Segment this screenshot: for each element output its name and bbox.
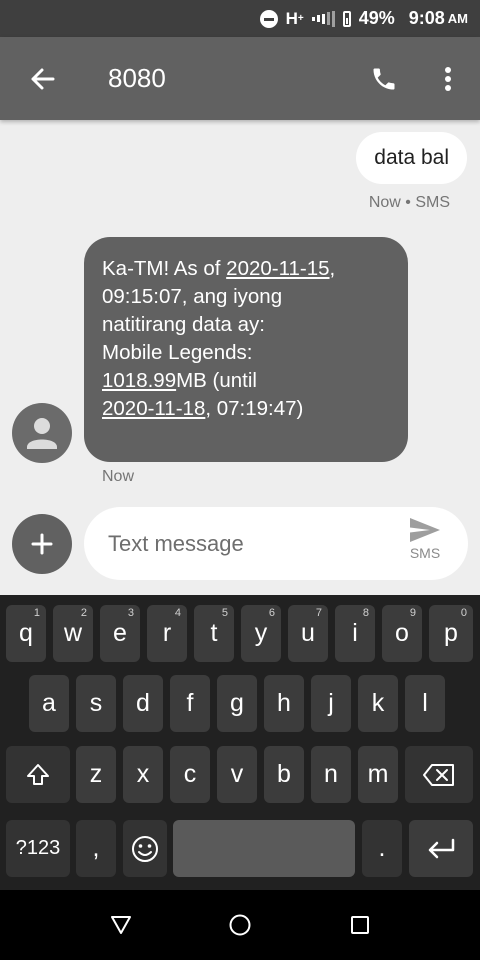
nav-back-button[interactable]: [96, 900, 146, 950]
key-x[interactable]: x: [123, 746, 163, 803]
outgoing-message-meta: Now • SMS: [368, 194, 450, 211]
key-k[interactable]: k: [358, 675, 398, 732]
key-y[interactable]: y6: [241, 605, 281, 662]
incoming-line: 1018.99MB (until: [102, 369, 257, 392]
call-button[interactable]: [362, 57, 406, 101]
back-button[interactable]: [20, 57, 64, 101]
battery-icon: [342, 10, 351, 27]
key-u[interactable]: u7: [288, 605, 328, 662]
more-vert-icon: [445, 67, 451, 91]
backspace-key[interactable]: [405, 746, 473, 803]
square-recents-icon: [351, 916, 369, 934]
message-input[interactable]: [106, 527, 390, 561]
incoming-line: Mobile Legends:: [102, 341, 253, 364]
arrow-back-icon: [31, 68, 55, 90]
key-r[interactable]: r4: [147, 605, 187, 662]
key-m[interactable]: m: [358, 746, 398, 803]
key-j[interactable]: j: [311, 675, 351, 732]
key-w[interactable]: w2: [53, 605, 93, 662]
shift-icon: [27, 763, 49, 785]
outgoing-message-text: data bal: [374, 146, 449, 169]
incoming-line: 09:15:07, ang iyong: [102, 285, 283, 308]
triangle-back-icon: [111, 916, 131, 934]
number-link[interactable]: 1018.99: [102, 369, 176, 392]
circle-home-icon: [229, 914, 251, 936]
incoming-message-bubble[interactable]: Ka-TM! As of 2020-11-15, 09:15:07, ang i…: [84, 237, 408, 462]
send-icon: [410, 518, 440, 542]
date-link[interactable]: 2020-11-15: [226, 257, 329, 280]
emoji-icon: [132, 835, 158, 862]
key-z[interactable]: z: [76, 746, 116, 803]
conversation-title: 8080: [108, 63, 166, 93]
soft-keyboard: q1 w2 e3 r4 t5 y6 u7 i8 o9 p0 a s d f g …: [0, 595, 480, 890]
key-v[interactable]: v: [217, 746, 257, 803]
plus-icon: [31, 533, 53, 555]
clock: 9:08 AM: [408, 8, 468, 28]
key-q[interactable]: q1: [6, 605, 46, 662]
key-e[interactable]: e3: [100, 605, 140, 662]
backspace-icon: [423, 763, 454, 786]
contact-avatar[interactable]: [12, 403, 72, 463]
key-c[interactable]: c: [170, 746, 210, 803]
outgoing-message-bubble[interactable]: data bal: [356, 132, 467, 184]
key-l[interactable]: l: [405, 675, 445, 732]
send-type-label: SMS: [409, 545, 441, 561]
person-icon: [27, 418, 57, 449]
enter-icon: [428, 838, 455, 858]
signal-icon: [311, 10, 335, 27]
key-n[interactable]: n: [311, 746, 351, 803]
key-f[interactable]: f: [170, 675, 210, 732]
key-h[interactable]: h: [264, 675, 304, 732]
shift-key[interactable]: [6, 746, 70, 803]
key-i[interactable]: i8: [335, 605, 375, 662]
enter-key[interactable]: [409, 820, 473, 877]
key-t[interactable]: t5: [194, 605, 234, 662]
key-g[interactable]: g: [217, 675, 257, 732]
status-bar: H + 49% 9:08 AM: [0, 0, 480, 37]
key-p[interactable]: p0: [429, 605, 473, 662]
app-bar: 8080: [0, 37, 480, 120]
more-options-button[interactable]: [426, 57, 470, 101]
nav-home-button[interactable]: [215, 900, 265, 950]
emoji-key[interactable]: [123, 820, 167, 877]
nav-recents-button[interactable]: [335, 900, 385, 950]
key-b[interactable]: b: [264, 746, 304, 803]
send-button[interactable]: SMS: [400, 517, 450, 571]
compose-box: SMS: [84, 507, 468, 580]
phone-icon: [373, 68, 395, 90]
date-link[interactable]: 2020-11-18: [102, 397, 205, 420]
battery-percent: 49%: [358, 8, 395, 28]
space-key[interactable]: [173, 820, 355, 877]
add-attachment-button[interactable]: [12, 514, 72, 574]
key-o[interactable]: o9: [382, 605, 422, 662]
system-navigation-bar: [0, 890, 480, 960]
symbols-key[interactable]: ?123: [6, 820, 70, 877]
key-a[interactable]: a: [29, 675, 69, 732]
key-d[interactable]: d: [123, 675, 163, 732]
network-type: H +: [285, 8, 304, 28]
do-not-disturb-icon: [259, 9, 278, 28]
incoming-line: natitirang data ay:: [102, 313, 265, 336]
key-comma[interactable]: ,: [76, 820, 116, 877]
incoming-message-meta: Now: [102, 468, 135, 485]
incoming-line: 2020-11-18, 07:19:47): [102, 397, 304, 420]
incoming-line: Ka-TM! As of 2020-11-15,: [102, 257, 336, 280]
key-period[interactable]: .: [362, 820, 402, 877]
key-s[interactable]: s: [76, 675, 116, 732]
